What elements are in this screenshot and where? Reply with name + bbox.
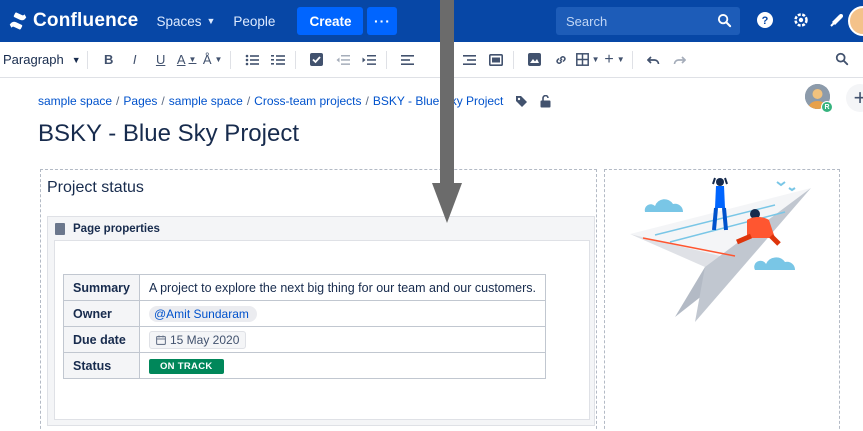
unlock-icon[interactable] — [540, 94, 551, 108]
paragraph-style-select[interactable]: Paragraph ▼ — [3, 52, 81, 67]
toolbar-divider — [294, 50, 296, 69]
breadcrumb-separator: / — [116, 94, 120, 108]
outdent-icon[interactable] — [332, 48, 354, 72]
link-icon[interactable] — [550, 48, 572, 72]
table-row: Owner @Amit Sundaram — [63, 300, 547, 327]
bird-shape — [776, 181, 786, 187]
text-color-icon[interactable]: A ▼ — [176, 48, 198, 72]
help-icon[interactable]: ? — [754, 9, 776, 31]
nav-people[interactable]: People — [233, 14, 275, 29]
layout-icon[interactable] — [485, 48, 507, 72]
text-formatting-icon[interactable]: Å ▼ — [202, 48, 224, 72]
redo-icon[interactable] — [669, 48, 691, 72]
image-icon[interactable] — [524, 48, 546, 72]
illustration-section[interactable] — [604, 169, 840, 431]
section-heading[interactable]: Project status — [47, 179, 144, 197]
page-properties-icon — [55, 222, 65, 235]
table-row: Summary A project to explore the next bi… — [63, 274, 547, 301]
person-head — [716, 178, 724, 186]
chevron-down-icon: ▼ — [206, 16, 216, 26]
breadcrumb-link[interactable]: sample space — [169, 94, 243, 108]
settings-gear-icon[interactable] — [790, 9, 812, 31]
paper-plane-illustration — [630, 177, 811, 322]
project-status-section[interactable]: Project status Page properties Summary A… — [40, 169, 597, 431]
label-tag-icon[interactable] — [515, 95, 528, 108]
insert-icon[interactable]: + ▼ — [604, 48, 626, 72]
numbered-list-icon[interactable] — [267, 48, 289, 72]
person-body — [715, 186, 725, 208]
notifications-icon[interactable] — [826, 9, 848, 31]
task-icon[interactable] — [306, 48, 328, 72]
macro-header: Page properties — [48, 217, 594, 240]
chevron-down-icon: ▼ — [71, 54, 81, 65]
table-key-cell[interactable]: Due date — [63, 326, 140, 353]
calendar-icon — [156, 335, 166, 345]
toolbar-divider — [86, 50, 88, 69]
top-icons: ? — [754, 9, 848, 31]
macro-body[interactable]: Summary A project to explore the next bi… — [54, 240, 590, 420]
toolbar-divider — [229, 50, 231, 69]
italic-icon[interactable]: I — [124, 48, 146, 72]
confluence-logo-icon — [9, 12, 27, 30]
search-placeholder: Search — [566, 13, 608, 29]
cloud-shape — [754, 257, 796, 270]
bold-icon[interactable]: B — [98, 48, 120, 72]
table-value-cell[interactable]: 15 May 2020 — [138, 326, 547, 353]
breadcrumb: sample space / Pages / sample space / Cr… — [38, 94, 551, 108]
app-name: Confluence — [33, 10, 139, 31]
underline-icon[interactable]: U — [150, 48, 172, 72]
table-key-cell[interactable]: Owner — [63, 300, 140, 327]
confluence-logo[interactable]: Confluence — [7, 10, 138, 32]
breadcrumb-link[interactable]: Cross-team projects — [254, 94, 361, 108]
paragraph-style-label: Paragraph — [3, 52, 64, 67]
breadcrumb-link[interactable]: sample space — [38, 94, 112, 108]
breadcrumb-link[interactable]: Pages — [123, 94, 157, 108]
bird-shape — [788, 187, 796, 192]
table-row: Due date 15 May 2020 — [63, 326, 547, 353]
more-create-button[interactable]: ··· — [367, 7, 398, 35]
breadcrumb-separator: / — [365, 94, 369, 108]
status-badge[interactable]: ON TRACK — [148, 358, 224, 374]
properties-table: Summary A project to explore the next bi… — [63, 274, 547, 379]
undo-icon[interactable] — [643, 48, 665, 72]
indent-icon[interactable] — [358, 48, 380, 72]
avatar-initial-badge: R — [821, 101, 833, 113]
breadcrumb-separator: / — [161, 94, 165, 108]
user-mention[interactable]: @Amit Sundaram — [148, 305, 257, 322]
nav-spaces[interactable]: Spaces ▼ — [156, 14, 215, 29]
table-icon[interactable]: ▼ — [575, 48, 600, 72]
create-button[interactable]: Create — [297, 7, 364, 35]
toolbar-divider — [512, 50, 514, 69]
toolbar-divider — [385, 50, 387, 69]
confluence-window: Confluence Spaces ▼ People Create ··· Se… — [0, 0, 863, 431]
due-date-value: 15 May 2020 — [169, 332, 240, 347]
search-icon — [717, 13, 732, 28]
nav-spaces-label: Spaces — [156, 13, 202, 29]
bullet-list-icon[interactable] — [241, 48, 263, 72]
page-properties-macro[interactable]: Page properties Summary A project to exp… — [47, 216, 595, 426]
text-color-label: A — [176, 52, 186, 67]
svg-text:?: ? — [762, 15, 769, 27]
page-title[interactable]: BSKY - Blue Sky Project — [38, 120, 299, 148]
table-key-cell[interactable]: Summary — [63, 274, 140, 301]
table-value-cell[interactable]: ON TRACK — [138, 352, 547, 379]
breadcrumb-separator: / — [246, 94, 251, 108]
macro-title: Page properties — [73, 222, 160, 235]
table-row: Status ON TRACK — [63, 352, 547, 379]
down-arrow-icon — [432, 0, 462, 223]
toolbar-divider — [631, 50, 633, 69]
align-left-icon[interactable] — [397, 48, 419, 72]
find-icon[interactable] — [835, 52, 849, 66]
table-value-cell[interactable]: A project to explore the next big thing … — [138, 274, 547, 301]
table-key-cell[interactable]: Status — [63, 352, 140, 379]
user-avatar[interactable] — [848, 6, 863, 36]
nav-people-label: People — [233, 13, 276, 29]
cloud-shape — [644, 199, 684, 212]
date-lozenge[interactable]: 15 May 2020 — [148, 330, 247, 349]
search-input[interactable]: Search — [556, 7, 740, 35]
breadcrumb-icons — [515, 94, 551, 108]
add-collaborator-button[interactable]: + — [846, 84, 863, 112]
table-value-cell[interactable]: @Amit Sundaram — [138, 300, 547, 327]
